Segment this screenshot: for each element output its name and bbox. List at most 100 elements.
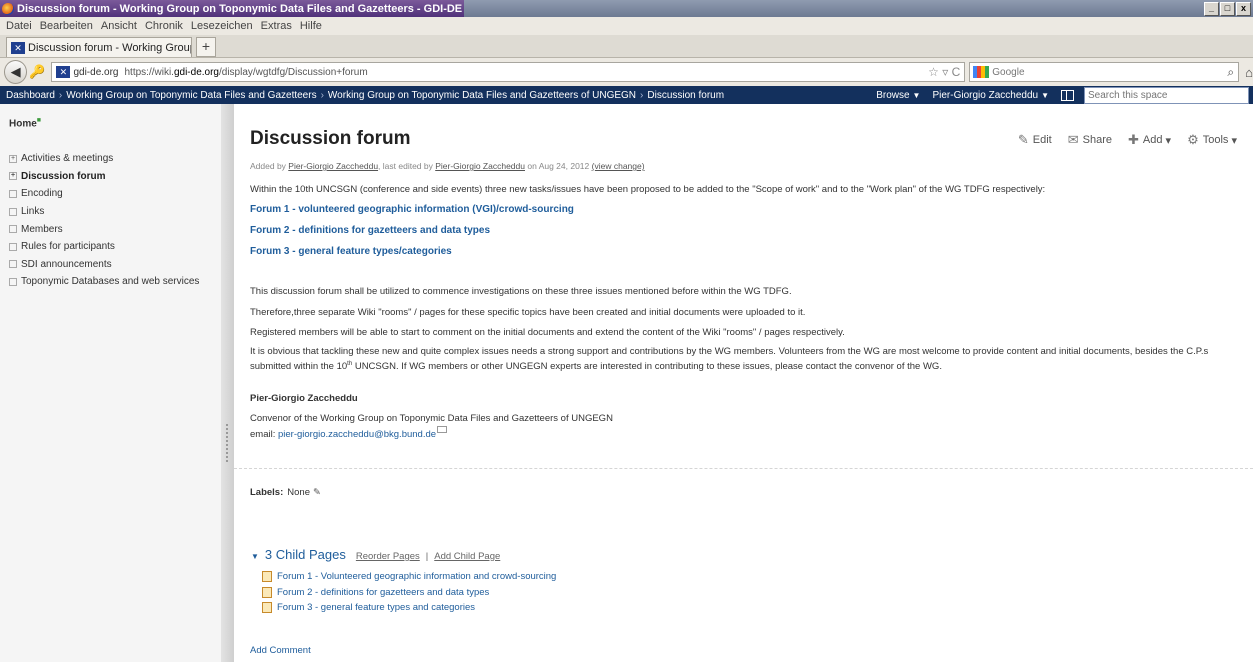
google-icon — [973, 66, 990, 78]
signature-name: Pier-Giorgio Zaccheddu — [250, 393, 358, 404]
forum-1-link[interactable]: Forum 1 - volunteered geographic informa… — [250, 204, 574, 215]
page-icon — [262, 586, 272, 598]
child-page-link[interactable]: Forum 1 - Volunteered geographic informa… — [277, 571, 556, 582]
mail-icon — [437, 426, 448, 433]
byline-added-by: Added by — [250, 161, 289, 171]
add-comment-link[interactable]: Add Comment — [250, 645, 311, 656]
breadcrumb-dashboard[interactable]: Dashboard — [6, 90, 55, 101]
forum-2-link[interactable]: Forum 2 - definitions for gazetteers and… — [250, 225, 490, 236]
child-page-item[interactable]: Forum 2 - definitions for gazetteers and… — [262, 585, 556, 601]
chevron-down-icon: ▾ — [1231, 134, 1237, 147]
expand-icon[interactable]: + — [9, 154, 17, 163]
new-tab-button[interactable]: + — [196, 37, 216, 57]
sidebar-item-label: Members — [21, 223, 63, 235]
browser-tab[interactable]: ✕ Discussion forum - Working Group on To… — [6, 37, 192, 57]
menu-extras[interactable]: Extras — [261, 20, 292, 32]
back-button[interactable]: ◀ — [4, 60, 28, 84]
chevron-down-icon: ▼ — [912, 90, 921, 100]
sidebar-item-discussion-forum[interactable]: + Discussion forum — [9, 168, 199, 186]
add-child-page-link[interactable]: Add Child Page — [434, 551, 500, 562]
sidebar-resize-handle[interactable] — [221, 104, 234, 662]
page-icon — [262, 571, 272, 583]
home-icon[interactable]: ⌂ — [1245, 65, 1253, 80]
gear-icon: ⚙ — [1187, 132, 1199, 147]
share-label: Share — [1082, 134, 1112, 146]
leaf-icon — [9, 277, 17, 286]
sidebar-item-label: Discussion forum — [21, 170, 106, 182]
url-bar[interactable]: ✕ gdi-de.org https://wiki.gdi-de.org/dis… — [51, 62, 966, 82]
sidebar-toggle-icon[interactable] — [1061, 89, 1074, 101]
edit-button[interactable]: ✎ Edit — [1018, 132, 1052, 148]
browser-search-box[interactable]: Google ⌕ — [969, 62, 1240, 82]
browse-menu[interactable]: Browse ▼ — [876, 90, 920, 101]
content-divider — [234, 468, 1253, 469]
sidebar-item-links[interactable]: Links — [9, 203, 199, 221]
expand-icon[interactable]: + — [9, 172, 17, 181]
paragraph-3: Registered members will be able to start… — [250, 327, 845, 338]
breadcrumb-working-group[interactable]: Working Group on Toponymic Data Files an… — [66, 90, 316, 101]
page-tree-sidebar: Home■ + Activities & meetings + Discussion… — [0, 104, 221, 662]
pencil-icon: ✎ — [1017, 132, 1029, 147]
sidebar-item-encoding[interactable]: Encoding — [9, 185, 199, 203]
menu-hilfe[interactable]: Hilfe — [300, 20, 322, 32]
sidebar-item-toponymic-databases[interactable]: Toponymic Databases and web services — [9, 273, 199, 291]
close-button[interactable]: x — [1236, 1, 1251, 16]
tools-menu[interactable]: ⚙ Tools ▾ — [1187, 132, 1237, 148]
minimize-button[interactable]: _ — [1204, 1, 1219, 16]
url-path: /display/wgtdfg/Discussion+forum — [218, 66, 368, 78]
child-page-item[interactable]: Forum 1 - Volunteered geographic informa… — [262, 569, 556, 585]
home-badge-icon: ■ — [36, 117, 42, 124]
add-menu[interactable]: ✚ Add ▾ — [1128, 132, 1171, 148]
space-search-input[interactable] — [1084, 86, 1249, 104]
maximize-button[interactable]: □ — [1220, 1, 1235, 16]
header-right: Browse ▼ Pier-Giorgio Zaccheddu ▼ — [876, 86, 1253, 104]
browser-tab-title: Discussion forum - Working Group on Topo… — [28, 41, 191, 54]
child-page-link[interactable]: Forum 3 - general feature types and cate… — [277, 602, 475, 613]
url-host: gdi-de.org — [173, 66, 219, 78]
editor-link[interactable]: Pier-Giorgio Zaccheddu — [435, 161, 525, 171]
email-link[interactable]: pier-giorgio.zaccheddu@bkg.bund.de — [278, 429, 436, 440]
tab-bar: ✕ Discussion forum - Working Group on To… — [0, 35, 1253, 58]
reorder-pages-link[interactable]: Reorder Pages — [356, 551, 420, 562]
menu-bearbeiten[interactable]: Bearbeiten — [40, 20, 93, 32]
breadcrumb-separator: › — [640, 89, 644, 101]
breadcrumb-discussion-forum[interactable]: Discussion forum — [647, 90, 724, 101]
breadcrumb-ungegn[interactable]: Working Group on Toponymic Data Files an… — [328, 90, 636, 101]
home-label: Home — [9, 118, 37, 130]
collapse-triangle-icon[interactable]: ▼ — [251, 552, 259, 561]
page-icon — [262, 602, 272, 614]
byline-date: on Aug 24, 2012 — [524, 161, 592, 171]
user-menu[interactable]: Pier-Giorgio Zaccheddu ▼ — [932, 90, 1049, 101]
leaf-icon — [9, 225, 17, 234]
menu-ansicht[interactable]: Ansicht — [101, 20, 137, 32]
child-page-link[interactable]: Forum 2 - definitions for gazetteers and… — [277, 587, 489, 598]
signature-email: email: pier-giorgio.zaccheddu@bkg.bund.d… — [250, 426, 448, 440]
edit-label: Edit — [1032, 134, 1052, 146]
menu-chronik[interactable]: Chronik — [145, 20, 183, 32]
page-title: Discussion forum — [250, 128, 411, 149]
share-button[interactable]: ✉ Share — [1068, 132, 1112, 148]
intro-paragraph: Within the 10th UNCSGN (conference and s… — [250, 184, 1046, 195]
chevron-down-icon: ▼ — [1041, 90, 1049, 100]
add-label: Add — [1142, 134, 1163, 146]
sidebar-home-link[interactable]: Home■ — [9, 117, 41, 129]
site-identity-icon[interactable]: 🔑 — [29, 64, 45, 80]
search-icon[interactable]: ⌕ — [1227, 65, 1238, 80]
menu-lesezeichen[interactable]: Lesezeichen — [191, 20, 253, 32]
menu-datei[interactable]: Datei — [6, 20, 32, 32]
sidebar-item-label: Activities & meetings — [21, 153, 114, 165]
sidebar-item-rules[interactable]: Rules for participants — [9, 238, 199, 256]
sidebar-item-label: SDI announcements — [21, 258, 112, 270]
bookmark-star-icon[interactable]: ☆ ▿ C — [928, 65, 964, 79]
sidebar-item-activities[interactable]: + Activities & meetings — [9, 150, 199, 168]
view-change-link[interactable]: (view change) — [592, 161, 645, 171]
forum-3-link[interactable]: Forum 3 - general feature types/categori… — [250, 246, 452, 257]
creator-link[interactable]: Pier-Giorgio Zaccheddu — [288, 161, 378, 171]
byline-last-edited: , last edited by — [378, 161, 436, 171]
sidebar-item-sdi[interactable]: SDI announcements — [9, 256, 199, 274]
sidebar-item-members[interactable]: Members — [9, 220, 199, 238]
edit-labels-icon[interactable]: ✎ — [313, 487, 321, 498]
breadcrumb-separator: › — [58, 89, 63, 101]
child-page-item[interactable]: Forum 3 - general feature types and cate… — [262, 600, 556, 616]
child-pages-count[interactable]: 3 Child Pages — [265, 547, 346, 562]
